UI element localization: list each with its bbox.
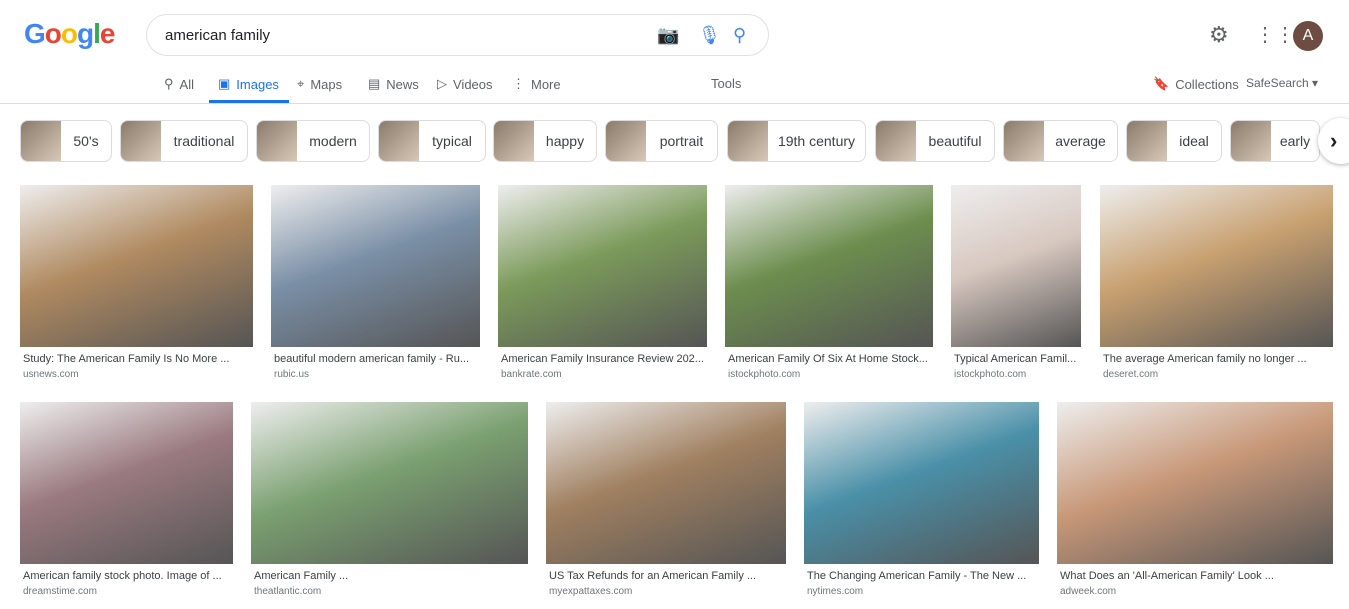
image-icon: ▣ <box>218 76 231 91</box>
chip-thumbnail <box>876 121 916 161</box>
safesearch-dropdown[interactable]: SafeSearch ▾ <box>1246 76 1318 90</box>
tab-videos[interactable]: ▷ Videos <box>437 76 493 92</box>
chip-0[interactable]: 50's <box>20 120 112 162</box>
chip-2[interactable]: modern <box>256 120 370 162</box>
result-thumbnail[interactable] <box>804 402 1039 564</box>
result-thumbnail[interactable] <box>498 185 707 347</box>
chevron-right-icon[interactable]: › <box>1318 118 1349 164</box>
pin-icon: ⌖ <box>297 76 305 91</box>
tab-images[interactable]: ▣ Images <box>218 76 279 92</box>
google-logo[interactable]: Google <box>24 18 115 50</box>
image-result[interactable]: The average American family no longer ..… <box>1100 185 1333 380</box>
result-thumbnail[interactable] <box>271 185 480 347</box>
tab-more[interactable]: ⋮ More <box>512 76 561 92</box>
chip-thumbnail <box>257 121 297 161</box>
microphone-icon[interactable]: 🎙 <box>698 25 721 46</box>
search-icon: ⚲ <box>164 76 174 91</box>
image-result[interactable]: beautiful modern american family - Ru...… <box>271 185 480 380</box>
apps-grid-icon[interactable]: ⋮⋮ <box>1255 22 1295 47</box>
chip-1[interactable]: traditional <box>120 120 248 162</box>
image-result[interactable]: The Changing American Family - The New .… <box>804 402 1039 597</box>
result-thumbnail[interactable] <box>251 402 528 564</box>
image-result[interactable]: Study: The American Family Is No More ..… <box>20 185 253 380</box>
chip-thumbnail <box>728 121 768 161</box>
chip-thumbnail <box>1004 121 1044 161</box>
avatar[interactable]: A <box>1293 21 1323 51</box>
chip-9[interactable]: ideal <box>1126 120 1222 162</box>
search-input[interactable]: american family <box>165 27 270 44</box>
result-thumbnail[interactable] <box>951 185 1081 347</box>
chip-thumbnail <box>606 121 646 161</box>
chip-thumbnail <box>21 121 61 161</box>
collections-button[interactable]: 🔖 Collections <box>1153 76 1239 92</box>
search-box[interactable]: american family 📷 🎙 ⚲ <box>146 14 769 56</box>
more-icon: ⋮ <box>512 76 525 91</box>
tools-button[interactable]: Tools <box>711 76 741 91</box>
chip-4[interactable]: happy <box>493 120 597 162</box>
chip-7[interactable]: beautiful <box>875 120 995 162</box>
image-result[interactable]: American family stock photo. Image of ..… <box>20 402 233 597</box>
result-thumbnail[interactable] <box>1100 185 1333 347</box>
image-result[interactable]: American Family ... theatlantic.com <box>251 402 528 597</box>
tab-all[interactable]: ⚲ All <box>164 76 194 92</box>
chip-thumbnail <box>379 121 419 161</box>
image-result[interactable]: What Does an 'All-American Family' Look … <box>1057 402 1333 597</box>
chip-10[interactable]: early <box>1230 120 1320 162</box>
play-icon: ▷ <box>437 76 447 91</box>
result-thumbnail[interactable] <box>546 402 786 564</box>
result-thumbnail[interactable] <box>1057 402 1333 564</box>
chip-8[interactable]: average <box>1003 120 1118 162</box>
chip-thumbnail <box>494 121 534 161</box>
chip-thumbnail <box>1231 121 1271 161</box>
chip-3[interactable]: typical <box>378 120 486 162</box>
divider <box>0 103 1349 104</box>
chip-thumbnail <box>121 121 161 161</box>
news-icon: ▤ <box>368 76 381 91</box>
gear-icon[interactable]: ⚙ <box>1209 22 1229 48</box>
image-result[interactable]: US Tax Refunds for an American Family ..… <box>546 402 786 597</box>
image-result[interactable]: American Family Insurance Review 202... b… <box>498 185 707 380</box>
chip-6[interactable]: 19th century <box>727 120 866 162</box>
bookmark-icon: 🔖 <box>1153 76 1170 91</box>
chip-thumbnail <box>1127 121 1167 161</box>
search-icon[interactable]: ⚲ <box>733 25 746 46</box>
result-thumbnail[interactable] <box>725 185 933 347</box>
camera-icon[interactable]: 📷 <box>657 25 679 46</box>
image-result[interactable]: Typical American Famil... istockphoto.com <box>951 185 1081 380</box>
result-thumbnail[interactable] <box>20 185 253 347</box>
image-result[interactable]: American Family Of Six At Home Stock... i… <box>725 185 933 380</box>
result-thumbnail[interactable] <box>20 402 233 564</box>
chip-5[interactable]: portrait <box>605 120 718 162</box>
tab-news[interactable]: ▤ News <box>368 76 419 92</box>
tab-maps[interactable]: ⌖ Maps <box>297 76 342 92</box>
